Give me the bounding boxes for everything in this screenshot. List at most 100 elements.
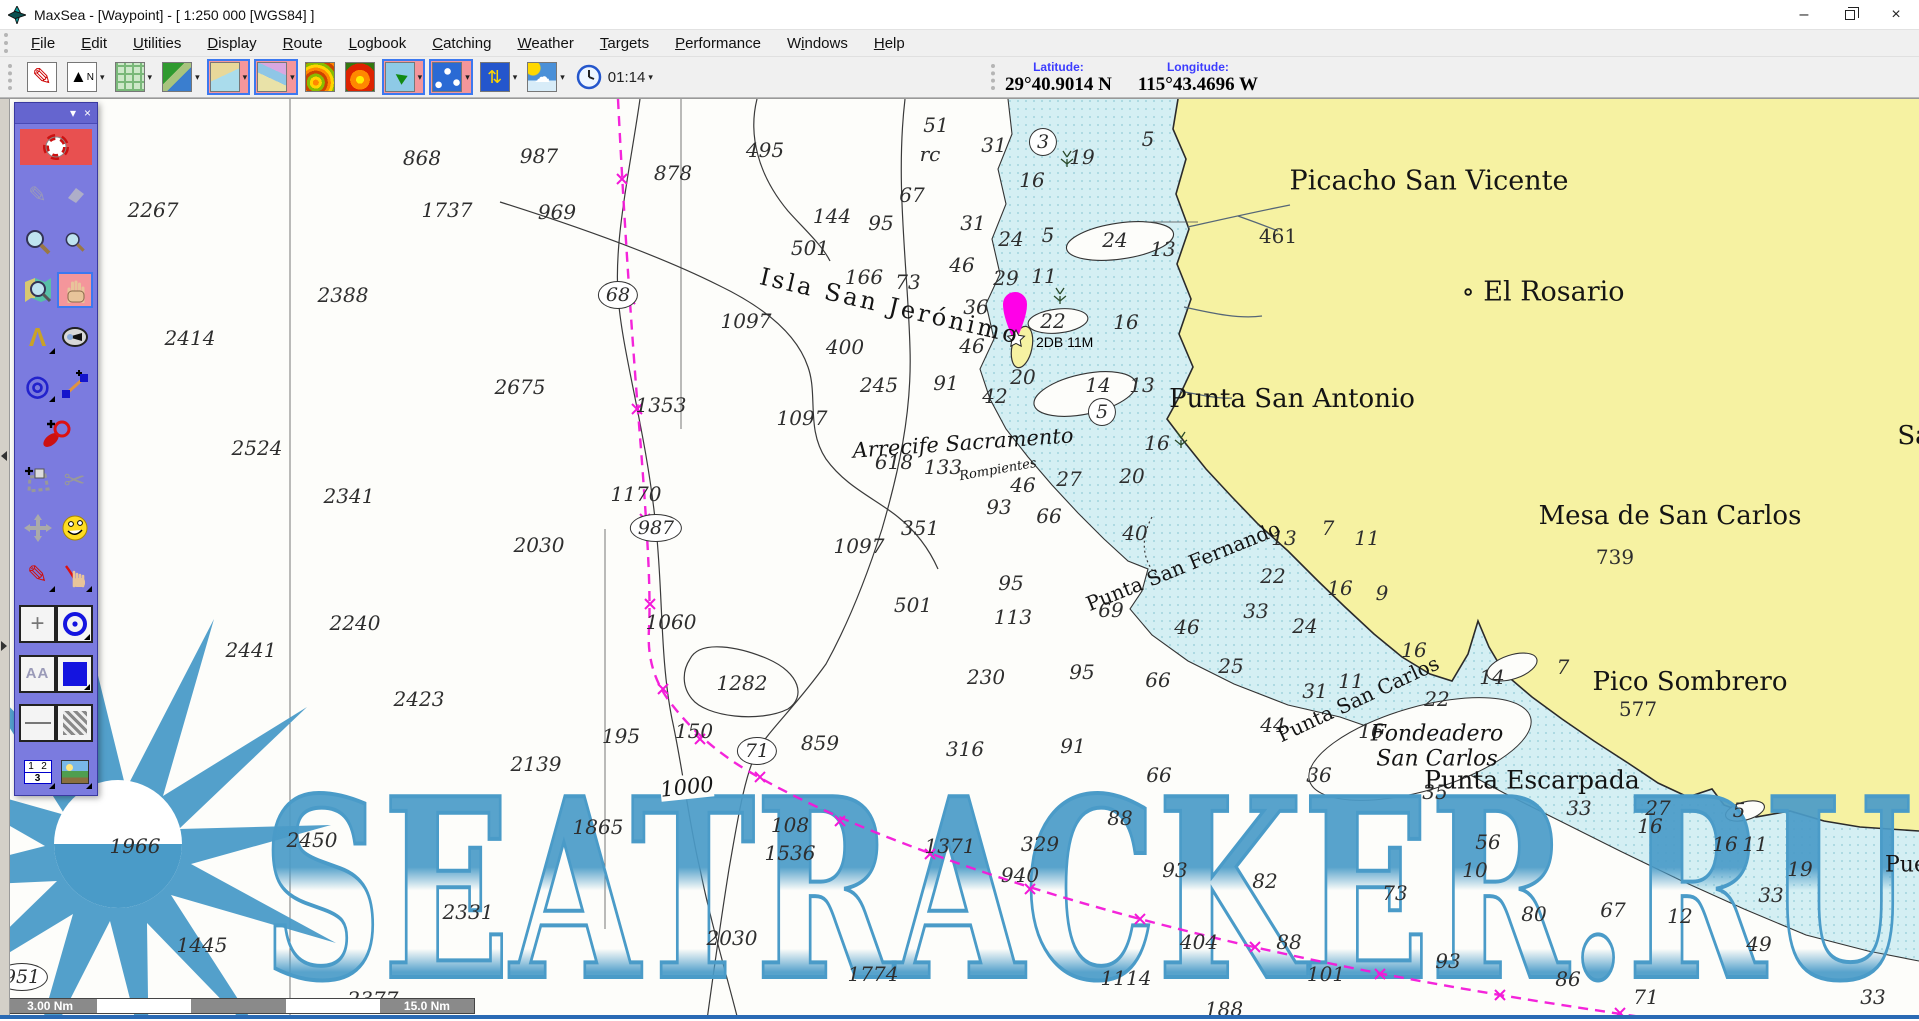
menu-performance[interactable]: Performance bbox=[662, 32, 774, 55]
weather-data-button[interactable]: ☁▾ bbox=[524, 59, 568, 95]
pan-hand-button[interactable] bbox=[57, 272, 93, 308]
toolbar-grip[interactable] bbox=[991, 64, 997, 90]
chart2-icon bbox=[257, 62, 287, 92]
line-icon bbox=[25, 722, 51, 724]
chevron-down-icon[interactable]: ▾ bbox=[70, 106, 76, 120]
chevron-down-icon[interactable]: ▾ bbox=[560, 72, 565, 83]
thermal-icon bbox=[345, 62, 375, 92]
symbol-circle-button[interactable] bbox=[56, 605, 93, 643]
toolbar: ✎▲N▾▾▾▾▾►▾▾⇅▾☁▾ 01:14 ▾ Latitude: 29°40.… bbox=[0, 57, 1919, 98]
text-tool-button[interactable]: AA bbox=[19, 655, 56, 693]
route-line bbox=[618, 99, 1662, 1019]
scale-left-label: 3.00 Nm bbox=[27, 999, 73, 1013]
grid-icon bbox=[115, 62, 145, 92]
menu-targets[interactable]: Targets bbox=[587, 32, 662, 55]
move-tool-button[interactable] bbox=[20, 510, 56, 546]
chevron-down-icon[interactable]: ▾ bbox=[418, 72, 423, 83]
orientation-north-button[interactable]: ▲N▾ bbox=[64, 59, 108, 95]
close-button[interactable]: × bbox=[1873, 0, 1919, 29]
chevron-down-icon[interactable]: ▾ bbox=[100, 72, 105, 83]
grid-display-button[interactable]: ▾ bbox=[112, 59, 156, 95]
erase-disabled-button[interactable] bbox=[57, 177, 93, 213]
hatch-style-button[interactable] bbox=[56, 704, 93, 742]
splitter-arrow-icon[interactable] bbox=[1, 641, 7, 651]
route-icon bbox=[432, 62, 462, 92]
menu-weather[interactable]: Weather bbox=[504, 32, 586, 55]
chevron-down-icon[interactable]: ▾ bbox=[465, 72, 470, 83]
chevron-down-icon[interactable]: ▾ bbox=[290, 72, 295, 83]
toolbar-grip[interactable] bbox=[8, 64, 14, 90]
splitter-strip[interactable] bbox=[0, 99, 10, 1019]
app-window: MaxSea - [Waypoint] - [ 1:250 000 [WGS84… bbox=[0, 0, 1919, 1021]
menu-file[interactable]: File bbox=[18, 32, 68, 55]
line-style-button[interactable] bbox=[19, 704, 56, 742]
contour-icon bbox=[305, 62, 335, 92]
sst-thermal-button[interactable] bbox=[342, 59, 378, 95]
route-tool-button[interactable] bbox=[57, 367, 93, 403]
tides-button[interactable]: ⇅▾ bbox=[477, 59, 521, 95]
move-cross-icon bbox=[24, 514, 52, 542]
cut-tool-button[interactable]: ✂ bbox=[57, 462, 93, 498]
chart-3d-button[interactable]: ▾ bbox=[254, 59, 298, 95]
menu-logbook[interactable]: Logbook bbox=[336, 32, 420, 55]
zoom-in-button[interactable] bbox=[20, 224, 56, 260]
track-smiley-button[interactable] bbox=[57, 510, 93, 546]
finger-select-button[interactable] bbox=[57, 557, 93, 593]
dividers-icon: Λ bbox=[29, 322, 46, 353]
menu-display[interactable]: Display bbox=[194, 32, 269, 55]
bathy-contours-button[interactable] bbox=[302, 59, 338, 95]
menu-edit[interactable]: Edit bbox=[68, 32, 120, 55]
palette-title-bar[interactable]: ▾ × bbox=[15, 103, 97, 124]
menu-windows[interactable]: Windows bbox=[774, 32, 861, 55]
chevron-down-icon[interactable]: ▾ bbox=[243, 72, 248, 83]
dividers-button[interactable]: Λ bbox=[20, 319, 56, 355]
menu-route[interactable]: Route bbox=[270, 32, 336, 55]
splitter-arrow-icon[interactable] bbox=[1, 451, 7, 461]
pointing-finger-icon bbox=[62, 562, 88, 588]
clock-button[interactable]: 01:14 ▾ bbox=[576, 64, 653, 90]
title-bar: MaxSea - [Waypoint] - [ 1:250 000 [WGS84… bbox=[0, 0, 1919, 30]
menu-help[interactable]: Help bbox=[861, 32, 918, 55]
pencil-icon: ✎ bbox=[27, 560, 48, 590]
scale-segment bbox=[191, 999, 285, 1013]
chevron-down-icon[interactable]: ▾ bbox=[648, 72, 653, 83]
compass-bearing-button[interactable] bbox=[57, 319, 93, 355]
crosshair-icon: + bbox=[30, 610, 44, 638]
boat-position-button[interactable]: ►▾ bbox=[382, 59, 426, 95]
life-ring-icon bbox=[43, 134, 69, 160]
hatch-icon bbox=[63, 711, 87, 735]
draw-disabled-button[interactable]: ✎ bbox=[20, 177, 56, 213]
map-icon bbox=[162, 62, 192, 92]
zoom-out-button[interactable] bbox=[57, 224, 93, 260]
boat-icon: ► bbox=[385, 62, 415, 92]
chart-canvas[interactable]: SEATRACKER.RU 86898787849517379692267144… bbox=[10, 99, 1919, 1019]
menu-grip[interactable] bbox=[4, 33, 12, 53]
draw-pencil-button[interactable]: ✎ bbox=[20, 557, 56, 593]
chevron-down-icon[interactable]: ▾ bbox=[148, 72, 153, 83]
chevron-down-icon[interactable]: ▾ bbox=[195, 72, 200, 83]
waypoint-line-icon bbox=[60, 370, 90, 400]
fill-color-button[interactable] bbox=[56, 655, 93, 693]
chart-world-button[interactable]: ▾ bbox=[159, 59, 203, 95]
mark-tool-button[interactable] bbox=[38, 415, 74, 451]
window-layout-button[interactable]: 123 bbox=[20, 754, 56, 790]
eraser-icon bbox=[64, 186, 86, 204]
minimize-button[interactable]: – bbox=[1781, 0, 1827, 29]
draw-tool-button[interactable]: ✎ bbox=[24, 59, 60, 95]
window-title: MaxSea - [Waypoint] - [ 1:250 000 [WGS84… bbox=[34, 7, 314, 23]
menu-utilities[interactable]: Utilities bbox=[120, 32, 194, 55]
add-mark-icon bbox=[41, 418, 71, 448]
chevron-down-icon[interactable]: ▾ bbox=[513, 72, 518, 83]
close-icon[interactable]: × bbox=[84, 106, 91, 120]
zoom-window-button[interactable] bbox=[20, 272, 56, 308]
menu-catching[interactable]: Catching bbox=[419, 32, 504, 55]
range-rings-button[interactable]: ◎ bbox=[20, 367, 56, 403]
restore-button[interactable] bbox=[1827, 0, 1873, 29]
background-image-button[interactable] bbox=[57, 754, 93, 790]
polygon-tool-button[interactable] bbox=[20, 462, 56, 498]
route-waypoints-button[interactable]: ▾ bbox=[429, 59, 473, 95]
symbol-crosshair-button[interactable]: + bbox=[19, 605, 56, 643]
chart-raster-button[interactable]: ▾ bbox=[207, 59, 251, 95]
man-overboard-button[interactable] bbox=[20, 129, 92, 165]
tool-palette: ▾ × ✎ bbox=[14, 102, 98, 796]
